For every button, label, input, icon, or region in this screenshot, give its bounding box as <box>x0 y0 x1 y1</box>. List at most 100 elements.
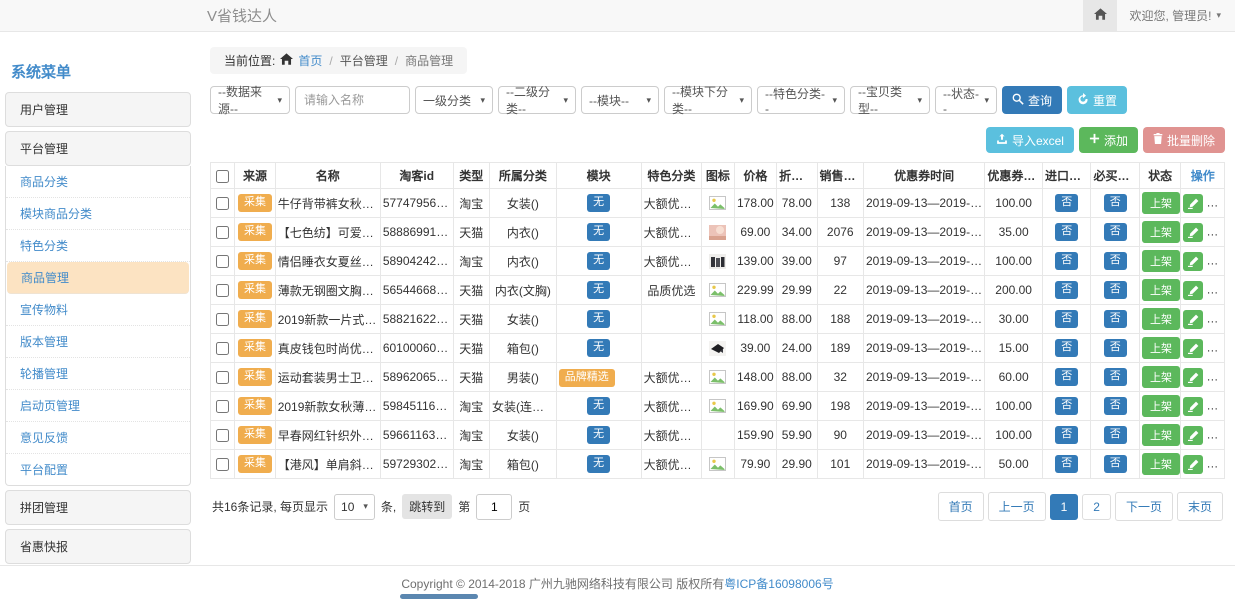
import-select-badge[interactable]: 否 <box>1055 397 1078 414</box>
status-button[interactable]: 上架 <box>1142 279 1180 301</box>
module-badge[interactable]: 无 <box>587 252 610 269</box>
status-button[interactable]: 上架 <box>1142 424 1180 446</box>
sidebar-item[interactable]: 特色分类 <box>6 230 190 262</box>
user-menu[interactable]: 欢迎您, 管理员! ▾ <box>1129 7 1221 24</box>
row-checkbox[interactable] <box>216 284 229 297</box>
status-button[interactable]: 上架 <box>1142 337 1180 359</box>
must-buy-badge[interactable]: 否 <box>1104 310 1127 327</box>
module-badge[interactable]: 无 <box>587 426 610 443</box>
sidebar-item[interactable]: 商品分类 <box>6 166 190 198</box>
batch-delete-button[interactable]: 批量删除 <box>1143 127 1225 153</box>
icp-link[interactable]: 粤ICP备16098006号 <box>724 575 833 592</box>
filter-select[interactable]: --数据来源--▾ <box>210 86 290 114</box>
must-buy-badge[interactable]: 否 <box>1104 397 1127 414</box>
sidebar-item[interactable]: 启动页管理 <box>6 390 190 422</box>
edit-button[interactable] <box>1183 281 1203 300</box>
must-buy-badge[interactable]: 否 <box>1104 455 1127 472</box>
import-select-badge[interactable]: 否 <box>1055 223 1078 240</box>
import-select-badge[interactable]: 否 <box>1055 455 1078 472</box>
must-buy-badge[interactable]: 否 <box>1104 223 1127 240</box>
filter-select[interactable]: --特色分类--▾ <box>757 86 845 114</box>
must-buy-badge[interactable]: 否 <box>1104 339 1127 356</box>
module-badge[interactable]: 无 <box>587 194 610 211</box>
must-buy-badge[interactable]: 否 <box>1104 368 1127 385</box>
per-page-select[interactable]: 10 ▾ <box>334 494 375 520</box>
status-button[interactable]: 上架 <box>1142 366 1180 388</box>
row-checkbox[interactable] <box>216 371 229 384</box>
page-button[interactable]: 末页 <box>1177 492 1223 521</box>
import-select-badge[interactable]: 否 <box>1055 252 1078 269</box>
select-all-checkbox[interactable] <box>216 170 229 183</box>
status-button[interactable]: 上架 <box>1142 395 1180 417</box>
edit-button[interactable] <box>1183 339 1203 358</box>
filter-select[interactable]: --模块下分类--▾ <box>664 86 752 114</box>
row-checkbox[interactable] <box>216 197 229 210</box>
horizontal-scrollbar-thumb[interactable] <box>400 594 478 599</box>
page-button[interactable]: 首页 <box>938 492 984 521</box>
page-button[interactable]: 上一页 <box>988 492 1046 521</box>
module-badge[interactable]: 无 <box>587 339 610 356</box>
edit-button[interactable] <box>1183 368 1203 387</box>
sidebar-item[interactable]: 平台配置 <box>6 454 190 485</box>
edit-button[interactable] <box>1183 194 1203 213</box>
page-button[interactable]: 下一页 <box>1115 492 1173 521</box>
status-button[interactable]: 上架 <box>1142 308 1180 330</box>
sidebar-group-header[interactable]: 省惠快报 <box>5 529 191 564</box>
import-excel-button[interactable]: 导入excel <box>986 127 1074 153</box>
module-badge[interactable]: 无 <box>587 455 610 472</box>
edit-button[interactable] <box>1183 252 1203 271</box>
filter-select[interactable]: --二级分类--▾ <box>498 86 576 114</box>
import-select-badge[interactable]: 否 <box>1055 194 1078 211</box>
sidebar-group-header[interactable]: 平台管理 <box>5 131 191 166</box>
status-button[interactable]: 上架 <box>1142 221 1180 243</box>
home-button[interactable] <box>1083 0 1117 31</box>
row-checkbox[interactable] <box>216 342 229 355</box>
jump-to-button[interactable]: 跳转到 <box>402 494 452 519</box>
module-badge[interactable]: 无 <box>587 310 610 327</box>
page-button[interactable]: 2 <box>1082 494 1111 520</box>
breadcrumb-home-link[interactable]: 首页 <box>298 52 322 69</box>
page-button[interactable]: 1 <box>1050 494 1079 520</box>
filter-select[interactable]: --宝贝类型--▾ <box>850 86 930 114</box>
edit-button[interactable] <box>1183 397 1203 416</box>
must-buy-badge[interactable]: 否 <box>1104 281 1127 298</box>
search-name-input[interactable] <box>295 86 410 114</box>
sidebar-item[interactable]: 宣传物料 <box>6 294 190 326</box>
status-button[interactable]: 上架 <box>1142 192 1180 214</box>
jump-page-input[interactable] <box>476 494 512 520</box>
row-checkbox[interactable] <box>216 255 229 268</box>
sidebar-item[interactable]: 版本管理 <box>6 326 190 358</box>
search-button[interactable]: 查询 <box>1002 86 1062 114</box>
import-select-badge[interactable]: 否 <box>1055 310 1078 327</box>
row-checkbox[interactable] <box>216 313 229 326</box>
edit-button[interactable] <box>1183 426 1203 445</box>
sidebar-group-header[interactable]: 拼团管理 <box>5 490 191 525</box>
sidebar-item[interactable]: 轮播管理 <box>6 358 190 390</box>
sidebar-item[interactable]: 意见反馈 <box>6 422 190 454</box>
row-checkbox[interactable] <box>216 400 229 413</box>
row-checkbox[interactable] <box>216 429 229 442</box>
filter-select[interactable]: --状态--▾ <box>935 86 997 114</box>
status-button[interactable]: 上架 <box>1142 453 1180 475</box>
sidebar-group-header[interactable]: 用户管理 <box>5 92 191 127</box>
row-checkbox[interactable] <box>216 226 229 239</box>
add-button[interactable]: 添加 <box>1079 127 1138 153</box>
edit-button[interactable] <box>1183 310 1203 329</box>
sidebar-item[interactable]: 模块商品分类 <box>6 198 190 230</box>
module-badge[interactable]: 品牌精选 <box>559 369 615 386</box>
module-badge[interactable]: 无 <box>587 223 610 240</box>
edit-button[interactable] <box>1183 455 1203 474</box>
must-buy-badge[interactable]: 否 <box>1104 426 1127 443</box>
filter-select[interactable]: --模块--▾ <box>581 86 659 114</box>
import-select-badge[interactable]: 否 <box>1055 368 1078 385</box>
must-buy-badge[interactable]: 否 <box>1104 252 1127 269</box>
sidebar-item[interactable]: 商品管理 <box>7 262 189 294</box>
status-button[interactable]: 上架 <box>1142 250 1180 272</box>
import-select-badge[interactable]: 否 <box>1055 426 1078 443</box>
reset-button[interactable]: 重置 <box>1067 86 1127 114</box>
import-select-badge[interactable]: 否 <box>1055 281 1078 298</box>
module-badge[interactable]: 无 <box>587 281 610 298</box>
row-checkbox[interactable] <box>216 458 229 471</box>
filter-select[interactable]: 一级分类▾ <box>415 86 493 114</box>
import-select-badge[interactable]: 否 <box>1055 339 1078 356</box>
